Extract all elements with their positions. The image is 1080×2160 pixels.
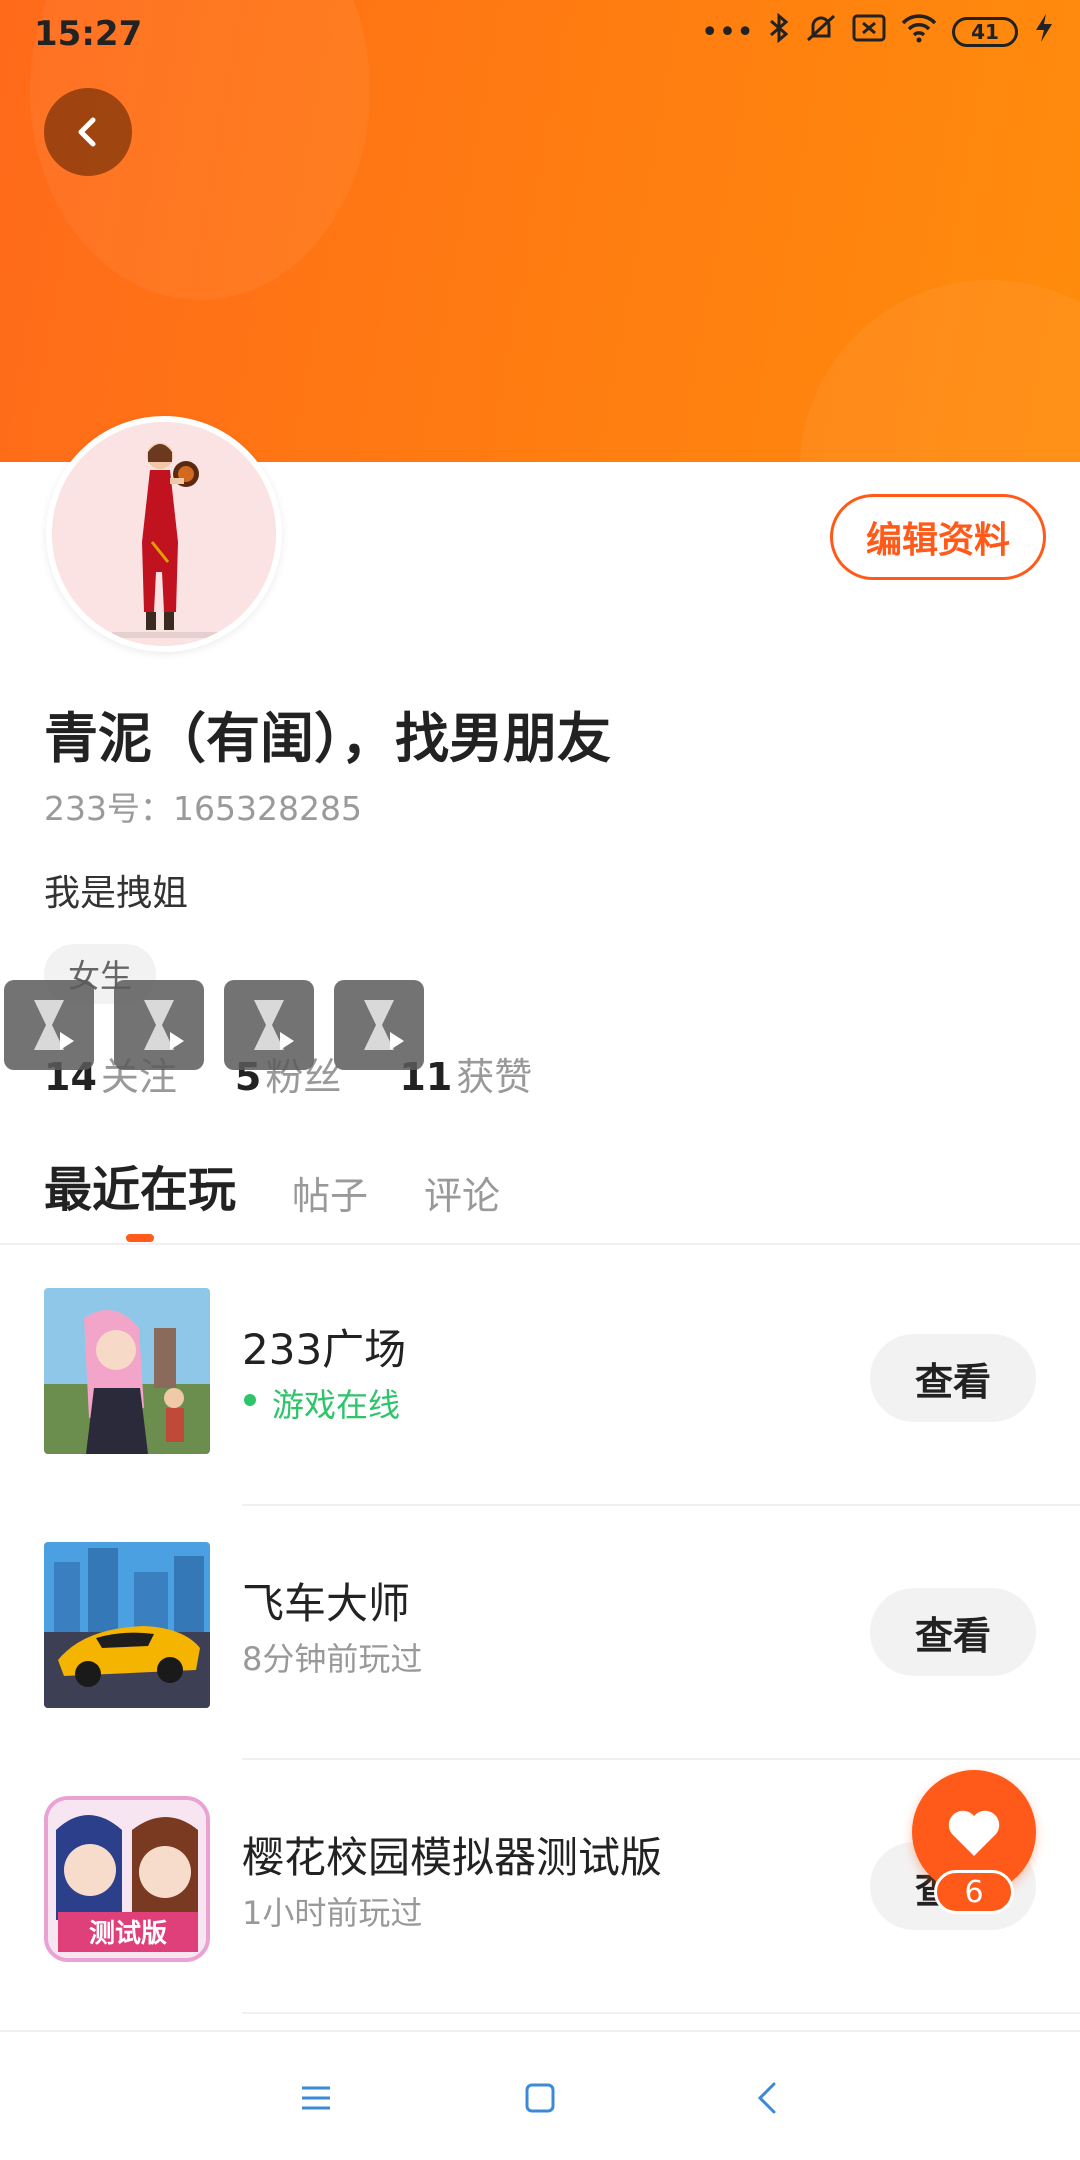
hourglass-play-icon[interactable] bbox=[224, 980, 314, 1070]
like-count-badge: 6 bbox=[934, 1870, 1014, 1914]
tab-comments[interactable]: 评论 bbox=[424, 1165, 500, 1220]
view-button[interactable]: 查看 bbox=[870, 1588, 1036, 1676]
wifi-icon bbox=[900, 13, 938, 51]
bio: 我是拽姐 bbox=[44, 873, 189, 914]
list-item[interactable]: 测试版 樱花校园模拟器测试版 1小时前玩过 查看 bbox=[0, 1760, 1080, 2014]
game-name: 樱花校园模拟器测试版 bbox=[242, 1833, 663, 1882]
sim-icon bbox=[852, 13, 886, 51]
menu-icon[interactable] bbox=[294, 2076, 338, 2120]
view-button[interactable]: 查看 bbox=[870, 1334, 1036, 1422]
nickname: 青泥（有闺），找男朋友 bbox=[44, 707, 611, 770]
avatar[interactable] bbox=[46, 416, 282, 652]
divider bbox=[242, 2012, 1080, 2014]
game-name: 飞车大师 bbox=[242, 1579, 411, 1628]
tab-indicator bbox=[126, 1234, 154, 1242]
divider bbox=[0, 1243, 1080, 1245]
status-icons: ••• 41 bbox=[701, 12, 1056, 52]
profile-header-background bbox=[0, 0, 1080, 462]
list-item[interactable]: 飞车大师 8分钟前玩过 查看 bbox=[0, 1506, 1080, 1760]
chevron-left-icon bbox=[78, 117, 96, 147]
game-thumbnail bbox=[44, 1288, 210, 1454]
user-id: 233号：165328285 bbox=[44, 789, 362, 828]
charging-icon bbox=[1032, 12, 1056, 52]
back-button[interactable] bbox=[44, 88, 132, 176]
tab-recently-played[interactable]: 最近在玩 bbox=[44, 1150, 236, 1220]
bluetooth-icon bbox=[768, 12, 790, 52]
status-time: 15:27 bbox=[34, 14, 143, 54]
battery-icon: 41 bbox=[952, 17, 1018, 47]
more-dots-icon: ••• bbox=[700, 14, 754, 50]
mute-icon bbox=[804, 12, 838, 52]
edit-profile-button[interactable]: 编辑资料 bbox=[830, 494, 1046, 580]
back-nav-icon[interactable] bbox=[746, 2076, 790, 2120]
thumb-badge-text: 测试版 bbox=[89, 1919, 167, 1949]
system-navigation-bar bbox=[0, 2030, 1080, 2160]
profile-tabs: 最近在玩 帖子 评论 bbox=[44, 1150, 500, 1220]
tab-posts[interactable]: 帖子 bbox=[292, 1165, 368, 1220]
floating-overlay-icons bbox=[4, 980, 424, 1070]
game-status: 游戏在线 bbox=[242, 1380, 400, 1426]
list-item[interactable]: 233广场 游戏在线 查看 bbox=[0, 1252, 1080, 1506]
heart-icon bbox=[948, 1810, 1000, 1856]
game-thumbnail: 测试版 bbox=[44, 1796, 210, 1962]
game-name: 233广场 bbox=[242, 1325, 407, 1374]
home-icon[interactable] bbox=[518, 2076, 562, 2120]
game-thumbnail bbox=[44, 1542, 210, 1708]
game-status: 1小时前玩过 bbox=[242, 1894, 423, 1932]
game-status: 8分钟前玩过 bbox=[242, 1640, 423, 1678]
hourglass-play-icon[interactable] bbox=[4, 980, 94, 1070]
hourglass-play-icon[interactable] bbox=[334, 980, 424, 1070]
hourglass-play-icon[interactable] bbox=[114, 980, 204, 1070]
status-bar: 15:27 ••• 41 bbox=[0, 0, 1080, 66]
online-status-dot bbox=[244, 1394, 256, 1406]
